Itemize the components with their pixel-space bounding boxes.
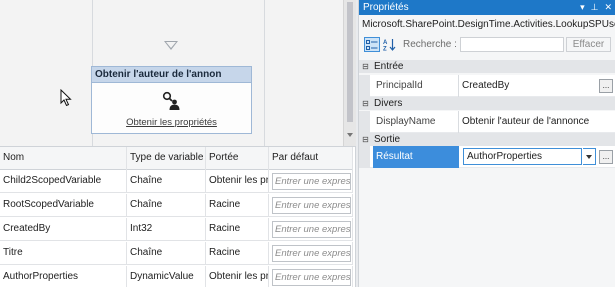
property-value[interactable]: Obtenir l'auteur de l'annonce — [462, 111, 612, 133]
designer-canvas[interactable]: Obtenir l'auteur de l'annon Obtenir les … — [0, 0, 356, 146]
category-label: Divers — [374, 98, 403, 109]
variable-row[interactable]: Child2ScopedVariable Chaîne Obtenir les … — [0, 170, 353, 193]
variable-scope[interactable]: Obtenir les pr — [206, 266, 269, 287]
variable-name[interactable]: Titre — [0, 242, 127, 265]
activity-title[interactable]: Obtenir l'auteur de l'annon — [92, 67, 251, 83]
variable-scope[interactable]: Racine — [206, 194, 269, 217]
lookup-user-activity[interactable]: Obtenir l'auteur de l'annon Obtenir les … — [91, 66, 252, 134]
edit-value-button[interactable]: ... — [599, 79, 613, 93]
category-label: Sortie — [374, 134, 401, 145]
default-expression-input[interactable]: Entrer une express — [272, 173, 351, 190]
category-sortie[interactable]: ⊟ Sortie — [359, 133, 615, 146]
property-row-resultat[interactable]: Résultat AuthorProperties ... — [359, 146, 615, 168]
sequence-lane-right — [264, 0, 265, 146]
variable-scope[interactable]: Racine — [206, 242, 269, 265]
property-search-input[interactable] — [460, 37, 564, 52]
svg-text:Z: Z — [383, 47, 387, 52]
variable-scope[interactable]: Obtenir les pr — [206, 170, 269, 193]
variables-header-row: Nom Type de variable Portée Par défaut — [0, 147, 353, 170]
column-header-type[interactable]: Type de variable — [127, 147, 206, 170]
variable-row[interactable]: RootScopedVariable Chaîne Racine Entrer … — [0, 194, 353, 217]
property-value[interactable]: CreatedBy — [462, 75, 594, 97]
chevron-down-icon[interactable] — [583, 148, 596, 165]
collapse-icon[interactable]: ⊟ — [361, 133, 370, 146]
collapse-icon[interactable]: ⊟ — [361, 97, 370, 110]
variable-row[interactable]: CreatedBy Int32 Racine Entrer une expres… — [0, 218, 353, 241]
sort-alpha-icon: A Z — [383, 39, 395, 53]
variable-type[interactable]: Chaîne — [127, 242, 206, 265]
category-label: Entrée — [374, 61, 404, 72]
selected-object-type: Microsoft.SharePoint.DesignTime.Activiti… — [359, 15, 615, 35]
user-lookup-icon — [162, 91, 180, 110]
column-header-scope[interactable]: Portée — [206, 147, 269, 170]
variable-type[interactable]: DynamicValue — [127, 266, 206, 287]
svg-text:A: A — [383, 40, 388, 46]
mouse-cursor-icon — [60, 89, 72, 107]
sequence-arrow-icon — [164, 41, 178, 50]
designer-vertical-scrollbar[interactable] — [343, 0, 356, 146]
properties-title-bar[interactable]: Propriétés ▾ ⊥ ✕ — [359, 0, 615, 15]
row-gutter — [359, 111, 370, 133]
alphabetical-sort-button[interactable]: A Z — [381, 37, 397, 53]
properties-empty-area — [359, 168, 615, 287]
scrollbar-thumb[interactable] — [347, 2, 353, 122]
variable-name[interactable]: Child2ScopedVariable — [0, 170, 127, 193]
pin-icon[interactable]: ⊥ — [591, 0, 599, 15]
properties-panel: Propriétés ▾ ⊥ ✕ Microsoft.SharePoint.De… — [358, 0, 615, 287]
column-header-default[interactable]: Par défaut — [269, 147, 353, 170]
variable-row[interactable]: Titre Chaîne Racine Entrer une express — [0, 242, 353, 265]
search-label: Recherche : — [403, 39, 457, 50]
variable-name[interactable]: CreatedBy — [0, 218, 127, 241]
row-gutter — [359, 75, 370, 97]
variable-name[interactable]: RootScopedVariable — [0, 194, 127, 217]
window-menu-icon[interactable]: ▾ — [580, 0, 585, 15]
scroll-down-arrow-icon[interactable] — [347, 133, 353, 137]
variable-type[interactable]: Chaîne — [127, 194, 206, 217]
get-properties-link[interactable]: Obtenir les propriétés — [92, 117, 251, 128]
default-expression-input[interactable]: Entrer une express — [272, 245, 351, 262]
property-name[interactable]: DisplayName — [373, 111, 459, 133]
collapse-icon[interactable]: ⊟ — [361, 60, 370, 73]
close-icon[interactable]: ✕ — [604, 0, 612, 15]
column-header-name[interactable]: Nom — [0, 147, 127, 170]
result-value-combobox[interactable]: AuthorProperties — [463, 148, 582, 165]
variable-name[interactable]: AuthorProperties — [0, 266, 127, 287]
workflow-designer-window: Obtenir l'auteur de l'annon Obtenir les … — [0, 0, 615, 287]
properties-toolbar: A Z Recherche : Effacer — [359, 35, 615, 55]
category-entree[interactable]: ⊟ Entrée — [359, 60, 615, 73]
default-expression-input[interactable]: Entrer une express — [272, 269, 351, 286]
categorized-view-button[interactable] — [364, 37, 380, 52]
row-gutter — [359, 146, 370, 168]
default-expression-input[interactable]: Entrer une express — [272, 197, 351, 214]
edit-value-button[interactable]: ... — [599, 150, 613, 164]
default-expression-input[interactable]: Entrer une express — [272, 221, 351, 238]
property-row-displayname[interactable]: DisplayName Obtenir l'auteur de l'annonc… — [359, 111, 615, 133]
variables-grid: Nom Type de variable Portée Par défaut C… — [0, 146, 356, 287]
variable-scope[interactable]: Racine — [206, 218, 269, 241]
property-name[interactable]: Résultat — [373, 146, 459, 168]
property-row-principalid[interactable]: PrincipalId CreatedBy ... — [359, 75, 615, 97]
properties-title: Propriétés — [363, 2, 409, 13]
categorized-icon — [366, 40, 378, 50]
property-name[interactable]: PrincipalId — [373, 75, 459, 97]
category-divers[interactable]: ⊟ Divers — [359, 97, 615, 110]
variable-type[interactable]: Int32 — [127, 218, 206, 241]
variable-type[interactable]: Chaîne — [127, 170, 206, 193]
variable-row[interactable]: AuthorProperties DynamicValue Obtenir le… — [0, 266, 353, 287]
clear-search-button[interactable]: Effacer — [566, 37, 611, 52]
